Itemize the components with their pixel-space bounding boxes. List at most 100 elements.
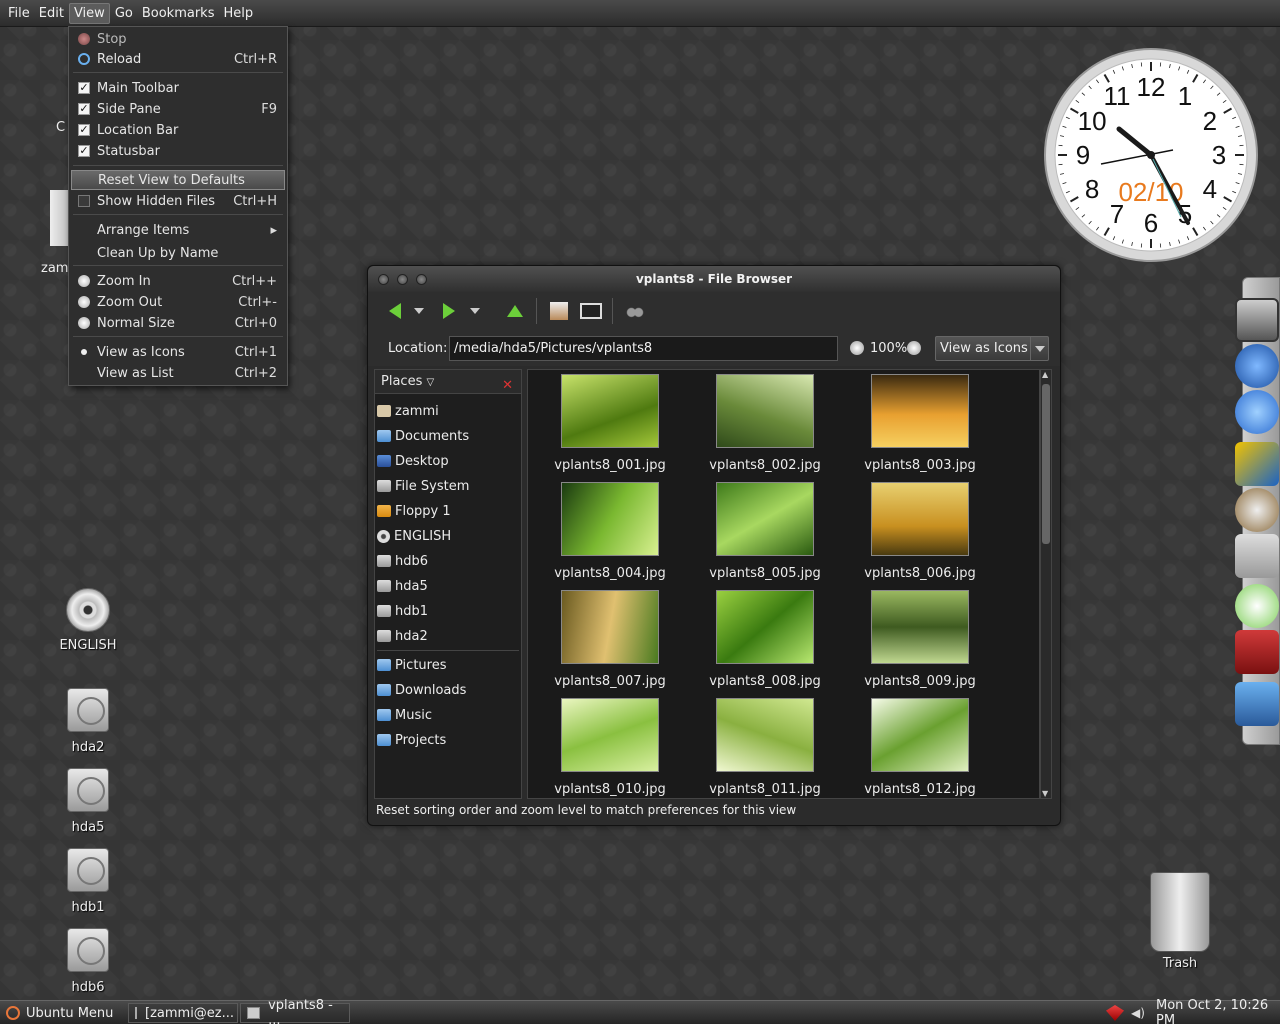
place-downloads[interactable]: Downloads [377, 679, 466, 701]
scrollbar-thumb[interactable] [1042, 384, 1050, 544]
file-item[interactable]: vplants8_010.jpg [535, 698, 685, 797]
hard-drive-icon [67, 848, 109, 892]
menu-item-view-as-icons[interactable]: View as Icons Ctrl+1 [71, 342, 285, 362]
menu-item-clean-up-by-name[interactable]: Clean Up by Name [71, 243, 285, 263]
desktop-icon-english[interactable]: ENGLISH [48, 588, 128, 653]
photo-viewer-icon[interactable] [1235, 682, 1279, 726]
menu-item-arrange-items[interactable]: Arrange Items ▸ [71, 220, 285, 240]
menu-item-accel: Ctrl++ [232, 273, 277, 289]
desktop-icon-hdb1[interactable]: hdb1 [48, 848, 128, 915]
ubuntu-menu-button[interactable]: Ubuntu Menu [2, 1003, 113, 1023]
search-button[interactable] [624, 300, 646, 322]
zoom-out-icon[interactable] [850, 341, 864, 355]
window-minimize-button[interactable] [397, 274, 408, 285]
desktop-icon-hda5[interactable]: hda5 [48, 768, 128, 835]
update-notifier-icon[interactable] [1106, 1005, 1124, 1021]
desktop-home-icon[interactable] [50, 190, 70, 246]
file-item[interactable]: vplants8_007.jpg [535, 590, 685, 689]
file-item[interactable]: vplants8_004.jpg [535, 482, 685, 581]
close-side-pane-button[interactable]: ✕ [502, 374, 513, 398]
place-zammi[interactable]: zammi [377, 400, 439, 422]
menu-item-main-toolbar[interactable]: ✓ Main Toolbar [71, 78, 285, 98]
place-hda5[interactable]: hda5 [377, 575, 428, 597]
web-browser-icon[interactable] [1235, 344, 1279, 388]
menu-separator [73, 165, 283, 166]
menu-view[interactable]: View [68, 2, 110, 24]
menu-item-view-as-list[interactable]: View as List Ctrl+2 [71, 363, 285, 383]
up-button[interactable] [504, 300, 526, 322]
terminal-icon[interactable] [1235, 298, 1279, 342]
place-hdb1[interactable]: hdb1 [377, 600, 428, 622]
menu-edit[interactable]: Edit [35, 4, 68, 23]
menu-item-stop[interactable]: Stop [71, 29, 285, 49]
place-documents[interactable]: Documents [377, 425, 469, 447]
taskbar-clock[interactable]: Mon Oct 2, 10:26 PM [1156, 998, 1280, 1024]
scroll-down-arrow-icon[interactable]: ▼ [1042, 789, 1048, 798]
calculator-icon[interactable] [1235, 534, 1279, 578]
desktop-icon-label: hda2 [71, 740, 105, 755]
forward-button[interactable] [438, 300, 460, 322]
computer-button[interactable] [578, 300, 604, 322]
back-arrow-icon [389, 303, 401, 319]
taskbar-button-terminal[interactable]: [zammi@ez... [128, 1003, 238, 1023]
desktop-icon-hda2[interactable]: hda2 [48, 688, 128, 755]
file-item[interactable]: vplants8_001.jpg [535, 374, 685, 473]
place-label: hda5 [395, 578, 428, 594]
dictionary-icon[interactable] [1235, 630, 1279, 674]
chevron-down-icon [1030, 337, 1048, 360]
place-file-system[interactable]: File System [377, 475, 469, 497]
place-music[interactable]: Music [377, 704, 432, 726]
menu-item-zoom-in[interactable]: Zoom In Ctrl++ [71, 271, 285, 291]
zoom-in-icon[interactable] [907, 341, 921, 355]
menu-item-statusbar[interactable]: ✓ Statusbar [71, 141, 285, 161]
disc-icon [377, 529, 390, 543]
taskbar-button-file-browser[interactable]: vplants8 - ... [240, 998, 350, 1024]
home-icon [377, 405, 391, 417]
view-as-select[interactable]: View as Icons [935, 336, 1049, 361]
back-history-dropdown[interactable] [412, 300, 426, 322]
place-pictures[interactable]: Pictures [377, 654, 446, 676]
window-maximize-button[interactable] [416, 274, 427, 285]
menu-file[interactable]: File [4, 4, 34, 23]
volume-icon[interactable]: ◀) [1131, 1006, 1145, 1020]
file-item[interactable]: vplants8_011.jpg [690, 698, 840, 797]
location-input[interactable] [449, 336, 838, 361]
menu-item-reload[interactable]: Reload Ctrl+R [71, 49, 285, 69]
music-player-icon[interactable] [1235, 584, 1279, 628]
file-item[interactable]: vplants8_002.jpg [690, 374, 840, 473]
window-close-button[interactable] [378, 274, 389, 285]
file-item[interactable]: vplants8_005.jpg [690, 482, 840, 581]
place-hdb6[interactable]: hdb6 [377, 550, 428, 572]
place-projects[interactable]: Projects [377, 729, 446, 751]
file-item[interactable]: vplants8_009.jpg [845, 590, 995, 689]
menu-help[interactable]: Help [219, 4, 257, 23]
menu-item-zoom-out[interactable]: Zoom Out Ctrl+- [71, 292, 285, 312]
window-titlebar[interactable]: vplants8 - File Browser [368, 266, 1060, 292]
file-item[interactable]: vplants8_006.jpg [845, 482, 995, 581]
place-desktop[interactable]: Desktop [377, 450, 449, 472]
gimp-icon[interactable] [1235, 488, 1279, 532]
messenger-icon[interactable] [1235, 390, 1279, 434]
file-item[interactable]: vplants8_003.jpg [845, 374, 995, 473]
forward-history-dropdown[interactable] [468, 300, 482, 322]
place-floppy-1[interactable]: Floppy 1 [377, 500, 451, 522]
menu-item-side-pane[interactable]: ✓ Side Pane F9 [71, 99, 285, 119]
menu-bookmarks[interactable]: Bookmarks [138, 4, 219, 23]
place-english[interactable]: ENGLISH [377, 525, 451, 547]
menu-item-location-bar[interactable]: ✓ Location Bar [71, 120, 285, 140]
home-button[interactable] [548, 300, 570, 322]
menu-item-normal-size[interactable]: Normal Size Ctrl+0 [71, 313, 285, 333]
file-item[interactable]: vplants8_012.jpg [845, 698, 995, 797]
file-item[interactable]: vplants8_008.jpg [690, 590, 840, 689]
back-button[interactable] [384, 300, 406, 322]
media-player-icon[interactable] [1235, 442, 1279, 486]
menu-item-show-hidden-files[interactable]: Show Hidden Files Ctrl+H [71, 191, 285, 211]
desktop-icon-trash[interactable]: Trash [1140, 872, 1220, 971]
place-hda2[interactable]: hda2 [377, 625, 428, 647]
scroll-up-arrow-icon[interactable]: ▲ [1042, 370, 1048, 379]
menu-go[interactable]: Go [111, 4, 137, 23]
desktop-icon-hdb6[interactable]: hdb6 [48, 928, 128, 995]
vertical-scrollbar[interactable]: ▲ ▼ [1040, 369, 1052, 799]
places-selector[interactable]: Places ▽ ✕ [375, 370, 521, 394]
menu-item-reset-view[interactable]: Reset View to Defaults [71, 170, 285, 190]
